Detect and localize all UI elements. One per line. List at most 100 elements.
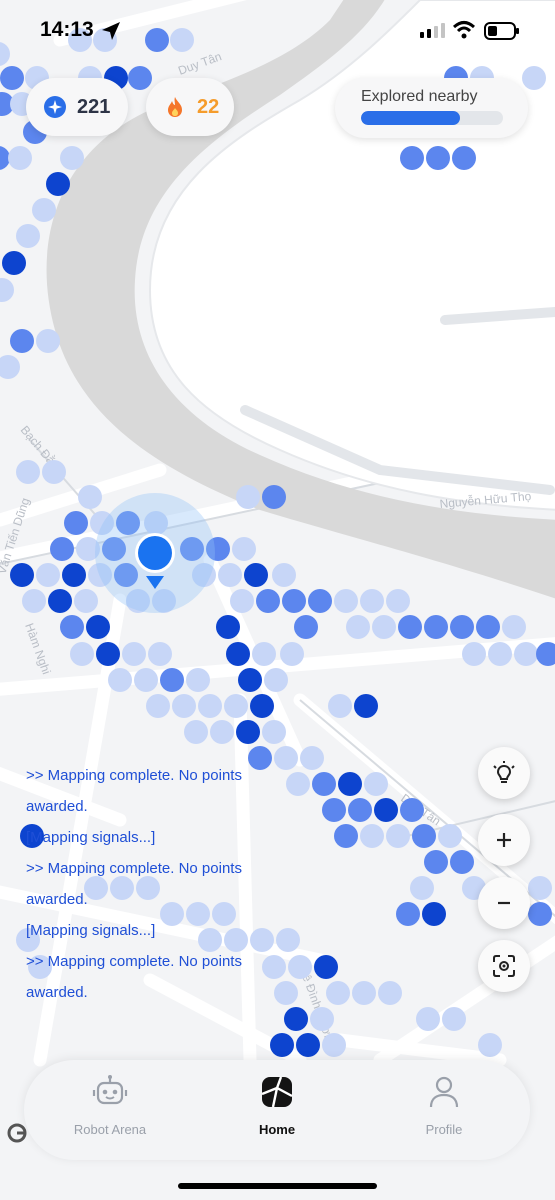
- explored-dot: [270, 1033, 294, 1057]
- plus-icon: [497, 833, 511, 847]
- explored-dot: [450, 850, 474, 874]
- explored-dot: [46, 172, 70, 196]
- explored-dot: [50, 537, 74, 561]
- explored-dot: [244, 563, 268, 587]
- explored-dot: [294, 615, 318, 639]
- explored-dot: [78, 485, 102, 509]
- mapping-log: >> Mapping complete. No points awarded. …: [26, 760, 296, 1008]
- explored-dot: [238, 668, 262, 692]
- explored-dot: [334, 589, 358, 613]
- explored-dot: [224, 694, 248, 718]
- explored-dot: [312, 772, 336, 796]
- explored-dot: [36, 329, 60, 353]
- explored-dot: [386, 824, 410, 848]
- explored-dot: [478, 1033, 502, 1057]
- log-line: >> Mapping complete. No points awarded.: [26, 860, 247, 908]
- zoom-in-button[interactable]: [478, 814, 530, 866]
- explored-dot: [398, 615, 422, 639]
- explored-dot: [42, 460, 66, 484]
- explored-dot: [16, 460, 40, 484]
- explored-dot: [272, 563, 296, 587]
- user-location[interactable]: [95, 493, 215, 613]
- person-icon: [429, 1076, 459, 1108]
- tab-label: Robot Arena: [73, 1122, 147, 1137]
- explored-dot: [10, 563, 34, 587]
- explored-dot: [326, 981, 350, 1005]
- location-arrow-icon: [102, 22, 120, 40]
- recenter-button[interactable]: [478, 940, 530, 992]
- tab-robot-arena[interactable]: Robot Arena: [50, 1074, 170, 1146]
- explored-dot: [442, 1007, 466, 1031]
- explored-dot: [462, 642, 486, 666]
- explored-dot: [296, 1033, 320, 1057]
- explored-dot: [230, 589, 254, 613]
- explored-dot: [400, 146, 424, 170]
- explored-dot: [216, 615, 240, 639]
- explored-dot: [186, 668, 210, 692]
- explored-label: Explored nearby: [361, 88, 478, 105]
- explored-dot: [360, 589, 384, 613]
- explored-dot: [424, 615, 448, 639]
- explored-dot: [396, 902, 420, 926]
- tab-home[interactable]: Home: [217, 1074, 337, 1146]
- explored-dot: [210, 720, 234, 744]
- explored-dot: [48, 589, 72, 613]
- explored-dot: [252, 642, 276, 666]
- explored-dot: [282, 589, 306, 613]
- explored-nearby-card[interactable]: Explored nearby: [335, 78, 528, 138]
- explored-dot: [348, 798, 372, 822]
- explored-dot: [280, 642, 304, 666]
- explored-dot: [426, 146, 450, 170]
- tab-label: Home: [258, 1122, 296, 1137]
- explored-dot: [160, 668, 184, 692]
- points-pill[interactable]: 221: [26, 78, 128, 136]
- explored-dot: [476, 615, 500, 639]
- explored-dot: [528, 876, 552, 900]
- streak-count: 22: [197, 95, 220, 118]
- lightbulb-icon: [493, 761, 515, 783]
- tab-profile[interactable]: Profile: [384, 1074, 504, 1146]
- explored-dot: [424, 850, 448, 874]
- wifi-icon: [452, 21, 476, 39]
- hint-button[interactable]: [478, 747, 530, 799]
- explored-dot: [452, 146, 476, 170]
- explored-dot: [410, 876, 434, 900]
- explored-dot: [338, 772, 362, 796]
- explored-dot: [346, 615, 370, 639]
- explored-dot: [60, 615, 84, 639]
- explored-dot: [0, 66, 24, 90]
- recenter-icon: [493, 955, 515, 977]
- explored-dot: [218, 563, 242, 587]
- explored-dot: [122, 642, 146, 666]
- explored-progress-track: [361, 111, 503, 125]
- bottom-tab-bar: Robot Arena Home Profile: [24, 1060, 530, 1160]
- explored-dot: [184, 720, 208, 744]
- explored-dot: [386, 589, 410, 613]
- status-time: 14:13: [40, 18, 94, 41]
- explored-dot: [60, 146, 84, 170]
- status-bar: 14:13: [0, 0, 555, 60]
- zoom-out-button[interactable]: [478, 877, 530, 929]
- explored-dot: [372, 615, 396, 639]
- explored-dot: [328, 694, 352, 718]
- log-line: [Mapping signals...]: [26, 829, 156, 846]
- explored-dot: [334, 824, 358, 848]
- explored-dot: [528, 902, 552, 926]
- streak-pill[interactable]: 22: [146, 78, 234, 136]
- explored-progress-fill: [361, 111, 461, 125]
- explored-dot: [108, 668, 132, 692]
- explored-dot: [354, 694, 378, 718]
- map-tile-icon: [261, 1076, 293, 1108]
- explored-dot: [264, 668, 288, 692]
- log-line: [Mapping signals...]: [26, 922, 156, 939]
- explored-dot: [32, 198, 56, 222]
- map-canvas[interactable]: Duy Tân Bạch Đằng Nguyễn Hữu Thọ Văn Tiế…: [0, 0, 555, 1200]
- log-line: >> Mapping complete. No points awarded.: [26, 767, 247, 815]
- explored-dot: [70, 642, 94, 666]
- robot-icon: [92, 1075, 128, 1105]
- flame-icon: [168, 97, 182, 117]
- explored-dot: [148, 642, 172, 666]
- explored-dot: [412, 824, 436, 848]
- tab-label: Profile: [425, 1122, 463, 1137]
- explored-dot: [8, 146, 32, 170]
